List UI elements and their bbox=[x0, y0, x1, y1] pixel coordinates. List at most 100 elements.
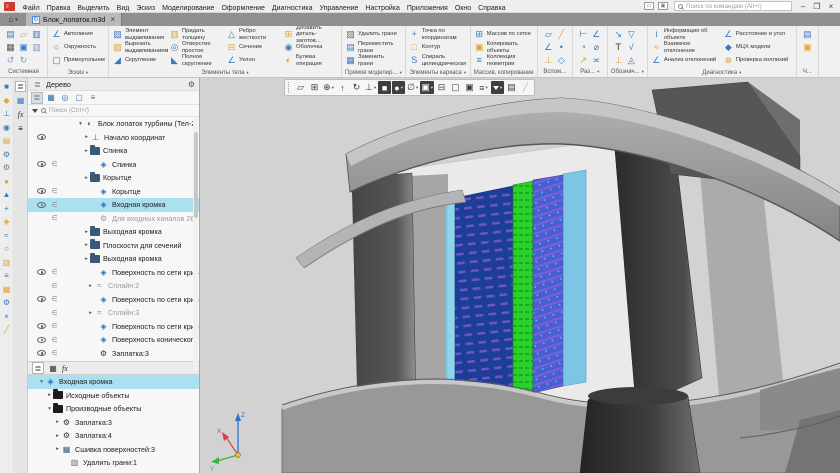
display-wireframe-cube-button[interactable]: ■ bbox=[378, 81, 391, 94]
ribbon-group-label[interactable]: Массив, копирование bbox=[471, 68, 537, 77]
tool-axes-icon[interactable]: ⊥ bbox=[1, 108, 12, 119]
expander-icon[interactable]: ▸ bbox=[83, 229, 90, 235]
dim-radial-button[interactable]: ◔ bbox=[577, 41, 590, 54]
minimize-button[interactable]: – bbox=[796, 2, 810, 11]
toolbar-grip[interactable] bbox=[288, 82, 291, 93]
ribbon-item-rectangle[interactable]: ▢Прямоугольник bbox=[51, 54, 105, 67]
note-mark-button[interactable]: ◬ bbox=[625, 54, 638, 67]
tab-structure-icon[interactable]: ≣ bbox=[32, 362, 44, 374]
tree-row[interactable]: ▸⚙Заплатка:4 bbox=[28, 429, 199, 443]
aux-ref-button[interactable]: ◇ bbox=[555, 54, 568, 67]
ribbon-item-cut-extrude[interactable]: ▨Вырезать выдавливанием bbox=[112, 41, 167, 54]
tool-plus-icon[interactable]: + bbox=[1, 203, 12, 214]
visibility-eye-icon[interactable] bbox=[37, 188, 46, 194]
ribbon-item-hole[interactable]: ◎Отверстие простое bbox=[169, 41, 224, 54]
ribbon-item-delete-faces[interactable]: ▨Удалить грани bbox=[345, 28, 397, 41]
box-view-a-button[interactable]: ▢ bbox=[449, 81, 462, 94]
3d-model-turbine-blade-block[interactable]: Z X Y bbox=[200, 78, 840, 473]
tree-row[interactable]: ▸Спинка bbox=[28, 144, 199, 158]
aux-cs-button[interactable]: ⊥ bbox=[542, 54, 555, 67]
close-button[interactable]: × bbox=[824, 2, 838, 11]
ribbon-group-label[interactable]: Раз...▾ bbox=[573, 67, 607, 77]
ribbon-item-contour[interactable]: □Контур bbox=[409, 41, 467, 54]
quick-display-mode-button[interactable]: ▣▾ bbox=[420, 81, 434, 94]
fx-panel-button[interactable]: fx bbox=[15, 109, 26, 120]
visibility-eye-icon[interactable] bbox=[37, 350, 46, 356]
tree-row[interactable]: ▸Исходные объекты bbox=[28, 389, 199, 403]
ribbon-item-object-info[interactable]: iИнформация об объекте bbox=[651, 28, 721, 41]
expander-icon[interactable]: ▾ bbox=[77, 121, 84, 127]
tool-panel-icon[interactable]: ▥ bbox=[1, 257, 12, 268]
aux-plane-button[interactable]: ▱ bbox=[542, 28, 555, 41]
save-button[interactable]: ▥ bbox=[30, 28, 43, 41]
aux-axis-button[interactable]: ╱ bbox=[555, 28, 568, 41]
ribbon-group-label[interactable]: Диагностика▾ bbox=[648, 68, 796, 77]
clip-section-button[interactable]: ⊟ bbox=[435, 81, 448, 94]
ribbon-item-rib[interactable]: △Ребро жесткости bbox=[226, 28, 281, 41]
tool-cross-icon[interactable]: × bbox=[1, 311, 12, 322]
expander-icon[interactable]: ▸ bbox=[83, 242, 90, 248]
ribbon-item-mass-properties[interactable]: ◆МЦХ модели bbox=[723, 41, 793, 54]
tree-row[interactable]: ▸Плоскости для сечений bbox=[28, 239, 199, 253]
dim-linear-button[interactable]: ⊢ bbox=[577, 28, 590, 41]
tool-circle-icon[interactable]: ○ bbox=[1, 243, 12, 254]
expander-icon[interactable]: ▸ bbox=[87, 310, 94, 316]
tree-row[interactable]: ▸Корытце bbox=[28, 171, 199, 185]
orientation-top-button[interactable]: ↑ bbox=[336, 81, 349, 94]
tool-gear-blue-icon[interactable]: ⚙ bbox=[1, 149, 12, 160]
tree-scrollbar[interactable] bbox=[193, 118, 198, 370]
tool-triangle-icon[interactable]: ▲ bbox=[1, 189, 12, 200]
menu-Правка[interactable]: Правка bbox=[43, 5, 74, 12]
tree-panel-button[interactable]: ≣ bbox=[15, 81, 26, 92]
tool-target-icon[interactable]: ◉ bbox=[1, 122, 12, 133]
restore-button[interactable]: ❒ bbox=[810, 2, 824, 11]
ribbon-item-fillet[interactable]: ◢Скругление bbox=[112, 54, 167, 67]
ribbon-item-extrude[interactable]: ▧Элемент выдавливания bbox=[112, 28, 167, 41]
components-view-icon[interactable]: ▦ bbox=[45, 92, 57, 104]
menu-Приложения[interactable]: Приложения bbox=[403, 5, 451, 12]
workplane-board-button[interactable]: ▤ bbox=[505, 81, 518, 94]
scene-layers-button[interactable]: ≡▾ bbox=[477, 81, 490, 94]
save-as-button[interactable]: ▥ bbox=[30, 41, 43, 54]
ribbon-item-collision-check[interactable]: ⊗Проверка коллизий bbox=[723, 54, 793, 67]
note-text-button[interactable]: T bbox=[612, 41, 625, 54]
tab-fx[interactable]: fx bbox=[62, 364, 68, 373]
ribbon-item-draft[interactable]: ∠Уклон bbox=[226, 54, 281, 67]
expander-icon[interactable]: ▸ bbox=[54, 446, 61, 452]
ribbon-group-label[interactable]: Ч... bbox=[797, 67, 818, 77]
ribbon-item-distance-angle[interactable]: ∠Расстояние и угол bbox=[723, 28, 793, 41]
menu-Настройка[interactable]: Настройка bbox=[362, 5, 403, 12]
ribbon-item-section[interactable]: ⊟Сечение bbox=[226, 41, 281, 54]
coordinate-triad-button[interactable]: ⊥▾ bbox=[364, 81, 377, 94]
ribbon-item-geometry-collection[interactable]: ≡Коллекция геометрии bbox=[474, 54, 534, 67]
open-button[interactable]: ▱ bbox=[17, 28, 30, 41]
ribbon-item-add-part[interactable]: ⊞Добавить деталь-заготов... bbox=[283, 28, 338, 41]
layout-icon[interactable]: ▭ bbox=[644, 2, 654, 10]
tree-row[interactable]: ∈◈Спинка bbox=[28, 158, 199, 172]
menu-Оформление[interactable]: Оформление bbox=[218, 5, 268, 12]
tree-row[interactable]: ∈▸≈Сплайн:2 bbox=[28, 279, 199, 293]
visibility-eye-icon[interactable] bbox=[37, 134, 46, 140]
menu-Выделить[interactable]: Выделить bbox=[74, 5, 113, 12]
menu-Эскиз[interactable]: Эскиз bbox=[133, 5, 159, 12]
visibility-eye-icon[interactable] bbox=[37, 323, 46, 329]
tool-gear-gray-icon[interactable]: ⚙ bbox=[1, 162, 12, 173]
home-button[interactable]: ⌂▾ bbox=[0, 13, 26, 26]
aux-line-button[interactable]: ∠ bbox=[542, 41, 555, 54]
tab-close-icon[interactable]: × bbox=[110, 15, 115, 24]
tree-row[interactable]: ▸⊥Начало координат bbox=[28, 131, 199, 145]
view-array-button[interactable]: ⊞ bbox=[308, 81, 321, 94]
tree-row[interactable]: ∈⚙Заплатка:3 bbox=[28, 347, 199, 361]
expander-icon[interactable]: ▾ bbox=[38, 379, 45, 385]
ribbon-item-deviation-analysis[interactable]: ∠Анализ отклонений bbox=[651, 54, 721, 67]
structure-view-icon[interactable]: ≣ bbox=[31, 92, 43, 104]
expander-icon[interactable]: ▸ bbox=[83, 175, 90, 181]
expander-icon[interactable]: ▸ bbox=[87, 283, 94, 289]
aux-point-button[interactable]: • bbox=[555, 41, 568, 54]
tree-row[interactable]: ▸Выходная кромка bbox=[28, 225, 199, 239]
relations-view-icon[interactable]: ◎ bbox=[59, 92, 71, 104]
preview-button[interactable]: ▣ bbox=[17, 41, 30, 54]
tree-row[interactable]: ∈▸≈Сплайн:3 bbox=[28, 306, 199, 320]
ribbon-item-shell[interactable]: ◉Оболочка bbox=[283, 41, 338, 54]
menu-Окно[interactable]: Окно bbox=[451, 5, 474, 12]
